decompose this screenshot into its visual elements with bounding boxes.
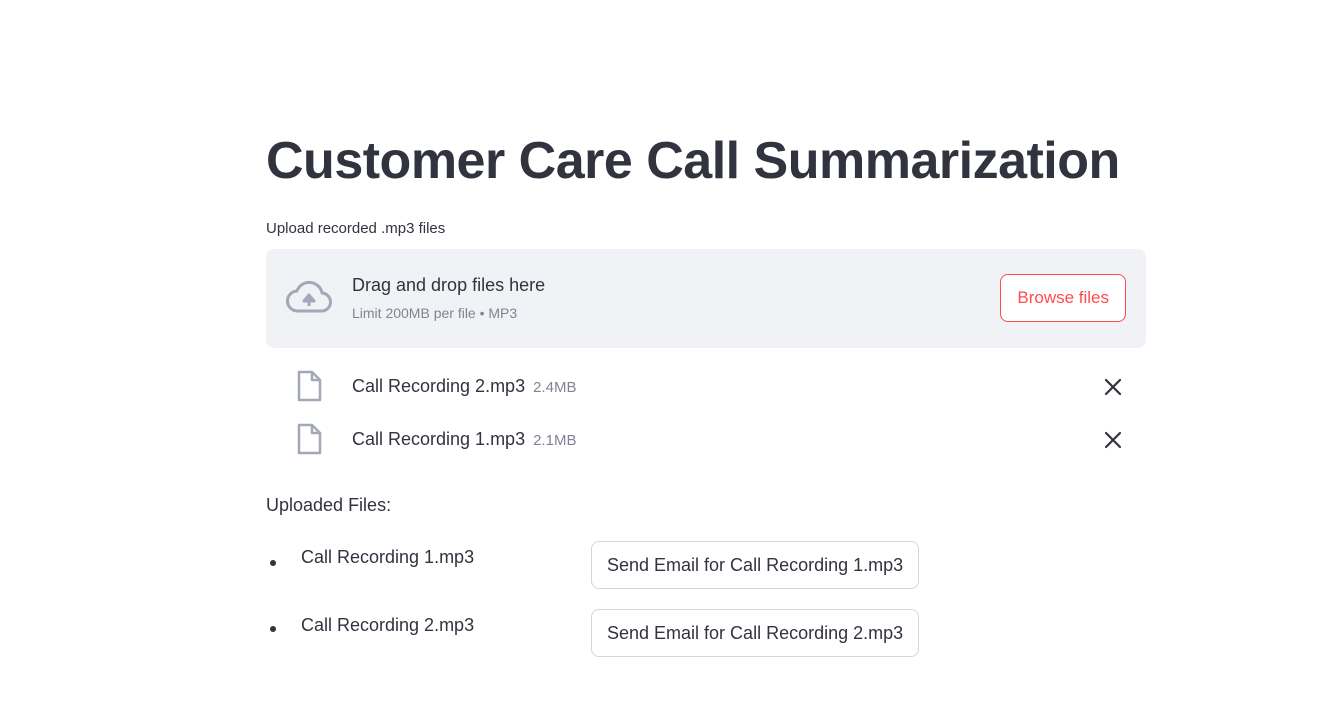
file-name-text: Call Recording 1.mp3 (352, 429, 526, 449)
uploaded-file-row: Call Recording 1.mp3 2.1MB (266, 419, 1146, 459)
close-icon[interactable] (1102, 376, 1124, 398)
send-email-button[interactable]: Send Email for Call Recording 2.mp3 (591, 609, 920, 657)
uploaded-files-heading: Uploaded Files: (266, 495, 392, 515)
list-item: Call Recording 2.mp3 Send Email for Call… (266, 609, 1146, 657)
file-dropzone[interactable]: Drag and drop files here Limit 200MB per… (266, 249, 1146, 348)
app-page: Customer Care Call Summarization Upload … (0, 0, 1341, 723)
uploaded-file-name: Call Recording 1.mp3 2.1MB (352, 427, 576, 453)
file-icon (297, 423, 322, 455)
bullet-icon (270, 626, 276, 632)
uploaded-file-label: Call Recording 1.mp3 (301, 547, 475, 567)
file-icon (297, 370, 322, 402)
dropzone-instructions: Drag and drop files here Limit 200MB per… (352, 273, 545, 323)
dropzone-title: Drag and drop files here (352, 275, 546, 295)
bullet-icon (270, 560, 276, 566)
file-name-text: Call Recording 2.mp3 (352, 376, 526, 396)
list-item: Call Recording 1.mp3 Send Email for Call… (266, 541, 1146, 589)
uploaded-file-row: Call Recording 2.mp3 2.4MB (266, 366, 1146, 406)
file-size: 2.4MB (533, 379, 577, 396)
uploader-label: Upload recorded .mp3 files (266, 220, 446, 237)
send-email-button[interactable]: Send Email for Call Recording 1.mp3 (591, 541, 920, 589)
uploaded-file-label: Call Recording 2.mp3 (301, 615, 475, 635)
browse-files-button[interactable]: Browse files (1000, 274, 1126, 322)
close-icon[interactable] (1102, 429, 1124, 451)
dropzone-limit-text: Limit 200MB per file • MP3 (352, 305, 518, 321)
cloud-upload-icon (286, 280, 332, 313)
uploaded-file-name: Call Recording 2.mp3 2.4MB (352, 374, 576, 400)
file-size: 2.1MB (533, 432, 577, 449)
page-title: Customer Care Call Summarization (266, 132, 1120, 190)
